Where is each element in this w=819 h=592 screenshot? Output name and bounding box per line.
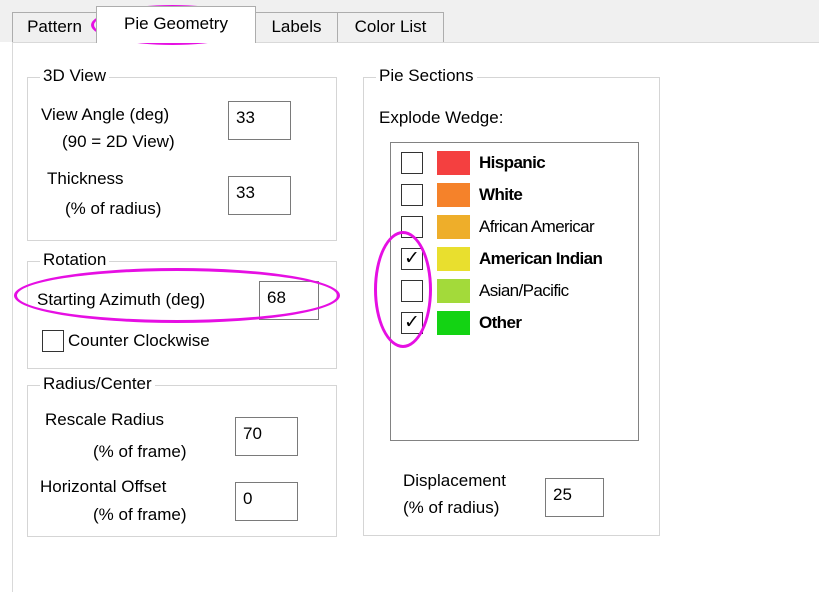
- displacement-hint: (% of radius): [403, 498, 500, 517]
- highlight-ring-azimuth: [14, 268, 340, 323]
- thickness-hint: (% of radius): [65, 199, 162, 218]
- color-swatch: [437, 151, 470, 175]
- counter-clockwise-checkbox[interactable]: [42, 330, 64, 352]
- counter-clockwise-label: Counter Clockwise: [68, 331, 210, 350]
- view-angle-label: View Angle (deg): [41, 105, 170, 124]
- thickness-input[interactable]: 33: [228, 176, 291, 215]
- wedge-label: Asian/Pacific: [479, 281, 569, 300]
- displacement-input[interactable]: 25: [545, 478, 604, 517]
- list-item[interactable]: African Americar: [391, 213, 638, 241]
- tab-pattern[interactable]: Pattern: [12, 12, 97, 42]
- color-swatch: [437, 247, 470, 271]
- group-3d-view-legend: 3D View: [40, 66, 109, 86]
- tab-strip: Pattern Pie Geometry Labels Color List: [0, 0, 819, 43]
- wedge-label: American Indian: [479, 249, 603, 268]
- group-rotation-legend: Rotation: [40, 250, 110, 270]
- tab-labels[interactable]: Labels: [255, 12, 338, 42]
- group-pie-sections-legend: Pie Sections: [376, 66, 477, 86]
- color-swatch: [437, 215, 470, 239]
- displacement-label: Displacement: [403, 471, 506, 490]
- wedge-label: Hispanic: [479, 153, 546, 172]
- color-swatch: [437, 183, 470, 207]
- group-radius-center-legend: Radius/Center: [40, 374, 155, 394]
- panel-border-left: [12, 42, 13, 592]
- list-item[interactable]: Hispanic: [391, 149, 638, 177]
- highlight-ring-checkboxes: [374, 231, 432, 348]
- tab-color-list[interactable]: Color List: [337, 12, 444, 42]
- list-item[interactable]: White: [391, 181, 638, 209]
- color-swatch: [437, 311, 470, 335]
- view-angle-input[interactable]: 33: [228, 101, 291, 140]
- rescale-radius-input[interactable]: 70: [235, 417, 298, 456]
- rescale-radius-hint: (% of frame): [93, 442, 187, 461]
- thickness-label: Thickness: [47, 169, 124, 188]
- wedge-label: White: [479, 185, 523, 204]
- horizontal-offset-hint: (% of frame): [93, 505, 187, 524]
- wedge-label: African Americar: [479, 217, 595, 236]
- wedge-label: Other: [479, 313, 522, 332]
- explode-wedge-label: Explode Wedge:: [379, 108, 504, 127]
- tab-pie-geometry[interactable]: Pie Geometry: [96, 6, 256, 43]
- explode-checkbox[interactable]: [401, 152, 423, 174]
- horizontal-offset-input[interactable]: 0: [235, 482, 298, 521]
- explode-checkbox[interactable]: [401, 184, 423, 206]
- color-swatch: [437, 279, 470, 303]
- view-angle-hint: (90 = 2D View): [62, 132, 175, 151]
- rescale-radius-label: Rescale Radius: [45, 410, 165, 429]
- horizontal-offset-label: Horizontal Offset: [40, 477, 167, 496]
